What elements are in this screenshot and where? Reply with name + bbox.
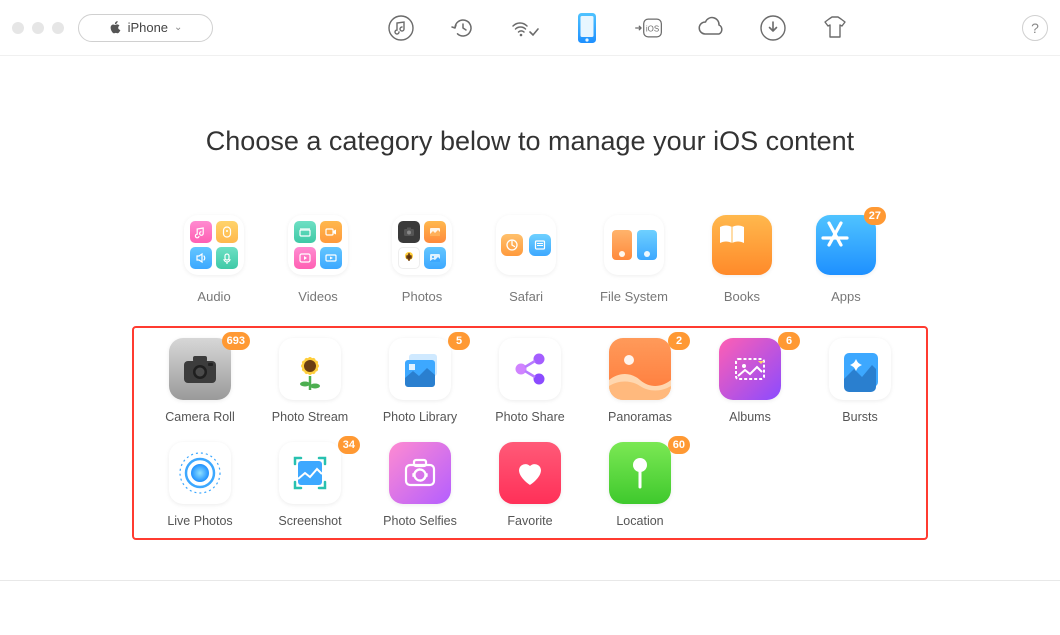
category-filesystem[interactable]: File System (600, 215, 668, 304)
badge-camera-roll: 693 (222, 332, 250, 350)
audio-icon (184, 215, 244, 275)
selfies-icon (389, 442, 451, 504)
apps-icon (816, 215, 876, 275)
subcategory-panel: 693 Camera Roll (132, 326, 928, 540)
bursts-icon (829, 338, 891, 400)
toolbar-wifi-transfer[interactable] (510, 13, 540, 43)
category-audio[interactable]: Audio (184, 215, 244, 304)
category-label: File System (600, 289, 668, 304)
category-label: Audio (197, 289, 230, 304)
category-label: Apps (831, 289, 861, 304)
category-photos[interactable]: Photos (392, 215, 452, 304)
category-label: Videos (298, 289, 338, 304)
live-photos-icon (169, 442, 231, 504)
page-heading: Choose a category below to manage your i… (0, 126, 1060, 157)
to-ios-icon: iOS (634, 14, 664, 42)
subcategory-grid: 693 Camera Roll (150, 338, 910, 528)
window-min-dot[interactable] (32, 22, 44, 34)
sub-photo-selfies[interactable]: Photo Selfies (370, 442, 470, 528)
badge-albums: 6 (778, 332, 800, 350)
window-traffic-lights (12, 22, 64, 34)
badge-screenshot: 34 (338, 436, 360, 454)
location-icon (609, 442, 671, 504)
sub-label: Live Photos (167, 514, 232, 528)
toolbar-phone[interactable] (572, 13, 602, 43)
category-safari[interactable]: Safari (496, 215, 556, 304)
safari-icon (496, 215, 556, 275)
sub-favorite[interactable]: Favorite (480, 442, 580, 528)
tshirt-icon (821, 14, 849, 42)
badge-apps: 27 (864, 207, 886, 225)
device-selector[interactable]: iPhone ⌄ (78, 14, 213, 42)
device-selector-label: iPhone (128, 20, 168, 35)
titlebar: iPhone ⌄ iOS (0, 0, 1060, 56)
sub-camera-roll[interactable]: 693 Camera Roll (150, 338, 250, 424)
wifi-transfer-icon (510, 14, 540, 42)
window-max-dot[interactable] (52, 22, 64, 34)
panorama-icon (609, 338, 671, 400)
download-icon (759, 14, 787, 42)
books-icon (712, 215, 772, 275)
category-label: Books (724, 289, 760, 304)
sub-label: Photo Share (495, 410, 565, 424)
apple-logo-icon (109, 21, 122, 34)
toolbar-icloud[interactable] (696, 13, 726, 43)
help-button[interactable]: ? (1022, 15, 1048, 41)
music-note-icon (387, 14, 415, 42)
screenshot-icon (279, 442, 341, 504)
badge-panoramas: 2 (668, 332, 690, 350)
library-icon (389, 338, 451, 400)
sub-panoramas[interactable]: 2 Panoramas (590, 338, 690, 424)
filesystem-icon (604, 215, 664, 275)
sub-screenshot[interactable]: 34 Screenshot (260, 442, 360, 528)
albums-icon (719, 338, 781, 400)
sub-albums[interactable]: 6 Albums (700, 338, 800, 424)
sub-label: Location (616, 514, 663, 528)
main-toolbar: iOS (213, 13, 1022, 43)
history-icon (449, 14, 477, 42)
toolbar-music[interactable] (386, 13, 416, 43)
badge-location: 60 (668, 436, 690, 454)
sub-label: Photo Selfies (383, 514, 457, 528)
badge-photo-library: 5 (448, 332, 470, 350)
photos-icon (392, 215, 452, 275)
category-row: Audio Videos Photos Safari (0, 215, 1060, 304)
cloud-icon (696, 14, 726, 42)
sub-label: Panoramas (608, 410, 672, 424)
sub-location[interactable]: 60 Location (590, 442, 690, 528)
category-books[interactable]: Books (712, 215, 772, 304)
svg-text:iOS: iOS (645, 24, 658, 33)
toolbar-skin[interactable] (820, 13, 850, 43)
sub-label: Photo Stream (272, 410, 348, 424)
sub-label: Albums (729, 410, 771, 424)
favorite-icon (499, 442, 561, 504)
toolbar-to-ios[interactable]: iOS (634, 13, 664, 43)
sub-label: Favorite (507, 514, 552, 528)
sub-label: Photo Library (383, 410, 457, 424)
toolbar-restore[interactable] (448, 13, 478, 43)
sub-label: Screenshot (278, 514, 341, 528)
footer-divider (0, 580, 1060, 581)
share-icon (499, 338, 561, 400)
phone-icon (576, 12, 598, 44)
sub-photo-stream[interactable]: Photo Stream (260, 338, 360, 424)
videos-icon (288, 215, 348, 275)
category-videos[interactable]: Videos (288, 215, 348, 304)
camera-icon (169, 338, 231, 400)
toolbar-download[interactable] (758, 13, 788, 43)
category-label: Safari (509, 289, 543, 304)
sub-bursts[interactable]: Bursts (810, 338, 910, 424)
sub-photo-share[interactable]: Photo Share (480, 338, 580, 424)
chevron-down-icon: ⌄ (174, 22, 182, 33)
category-label: Photos (402, 289, 442, 304)
sub-photo-library[interactable]: 5 Photo Library (370, 338, 470, 424)
sunflower-icon (279, 338, 341, 400)
sub-live-photos[interactable]: Live Photos (150, 442, 250, 528)
sub-label: Bursts (842, 410, 877, 424)
window-close-dot[interactable] (12, 22, 24, 34)
category-apps[interactable]: 27 Apps (816, 215, 876, 304)
sub-label: Camera Roll (165, 410, 234, 424)
help-glyph: ? (1031, 20, 1039, 36)
